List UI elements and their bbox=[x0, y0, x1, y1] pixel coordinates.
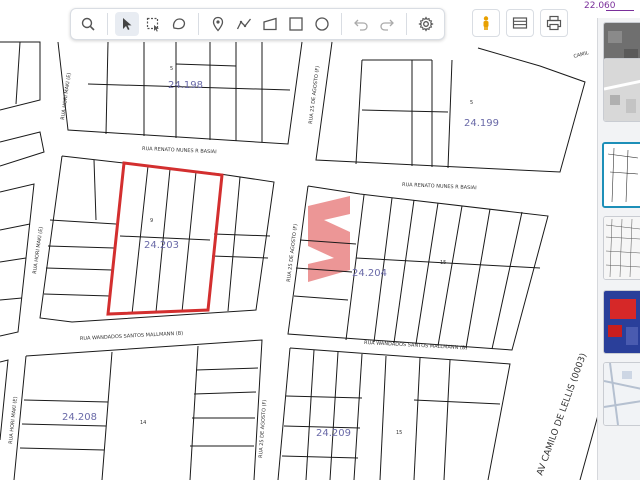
map-pin-icon bbox=[212, 16, 224, 32]
lot-number: 14 bbox=[140, 420, 146, 426]
printer-icon bbox=[546, 15, 562, 31]
block-id: 24.204 bbox=[352, 268, 387, 279]
block-id: 24.209 bbox=[316, 428, 351, 439]
toolbar-divider bbox=[107, 13, 108, 35]
parcel-map[interactable]: 24.198 24.199 24.203 24.204 24.208 24.20… bbox=[0, 0, 640, 480]
circle-icon bbox=[315, 17, 329, 31]
polygon-tool[interactable] bbox=[258, 12, 282, 36]
block-id: 24.203 bbox=[144, 240, 179, 251]
redo-button[interactable] bbox=[375, 12, 399, 36]
view-tools bbox=[472, 8, 568, 38]
toolbar-divider bbox=[198, 13, 199, 35]
lot-number: 9 bbox=[150, 218, 153, 224]
drawing-toolbar bbox=[70, 8, 445, 40]
gear-icon bbox=[418, 16, 434, 32]
pegman-icon bbox=[483, 16, 489, 30]
box-select-icon bbox=[146, 17, 159, 32]
search-icon bbox=[81, 17, 95, 31]
rectangle-tool[interactable] bbox=[284, 12, 308, 36]
undo-button[interactable] bbox=[349, 12, 373, 36]
layer-thumbnail-street-map[interactable] bbox=[603, 362, 640, 426]
point-tool[interactable] bbox=[206, 12, 230, 36]
box-select-tool[interactable] bbox=[141, 12, 165, 36]
rectangle-icon bbox=[289, 17, 303, 31]
toolbar-divider bbox=[341, 13, 342, 35]
polyline-tool[interactable] bbox=[232, 12, 256, 36]
lasso-icon bbox=[172, 18, 186, 30]
layer-thumbnail-parcel-map-dense[interactable] bbox=[603, 216, 640, 280]
layer-thumbnail-thematic-red[interactable] bbox=[603, 290, 640, 354]
block-id: 24.198 bbox=[168, 80, 203, 91]
select-tool[interactable] bbox=[115, 12, 139, 36]
lot-number: 5 bbox=[170, 66, 173, 72]
print-button[interactable] bbox=[540, 9, 568, 37]
cursor-icon bbox=[123, 18, 132, 30]
circle-tool[interactable] bbox=[310, 12, 334, 36]
table-view-button[interactable] bbox=[506, 9, 534, 37]
toolbar-divider bbox=[406, 13, 407, 35]
lot-number: 15 bbox=[396, 430, 402, 436]
block-id: 24.208 bbox=[62, 412, 97, 423]
table-icon bbox=[512, 17, 528, 29]
scale-bar bbox=[606, 10, 634, 11]
lot-number: 5 bbox=[470, 100, 473, 106]
lot-number: 15 bbox=[440, 260, 446, 266]
settings-button[interactable] bbox=[414, 12, 438, 36]
search-button[interactable] bbox=[76, 12, 100, 36]
basemap-panel bbox=[597, 18, 640, 480]
street-view-button[interactable] bbox=[472, 9, 500, 37]
block-id: 24.199 bbox=[464, 118, 499, 129]
polyline-icon bbox=[236, 18, 252, 30]
polygon-icon bbox=[263, 17, 277, 31]
redo-icon bbox=[380, 19, 394, 31]
layer-thumbnail-parcel-map[interactable] bbox=[602, 142, 640, 208]
undo-icon bbox=[354, 19, 368, 31]
layer-thumbnail-satellite-light[interactable] bbox=[603, 58, 640, 122]
lasso-tool[interactable] bbox=[167, 12, 191, 36]
